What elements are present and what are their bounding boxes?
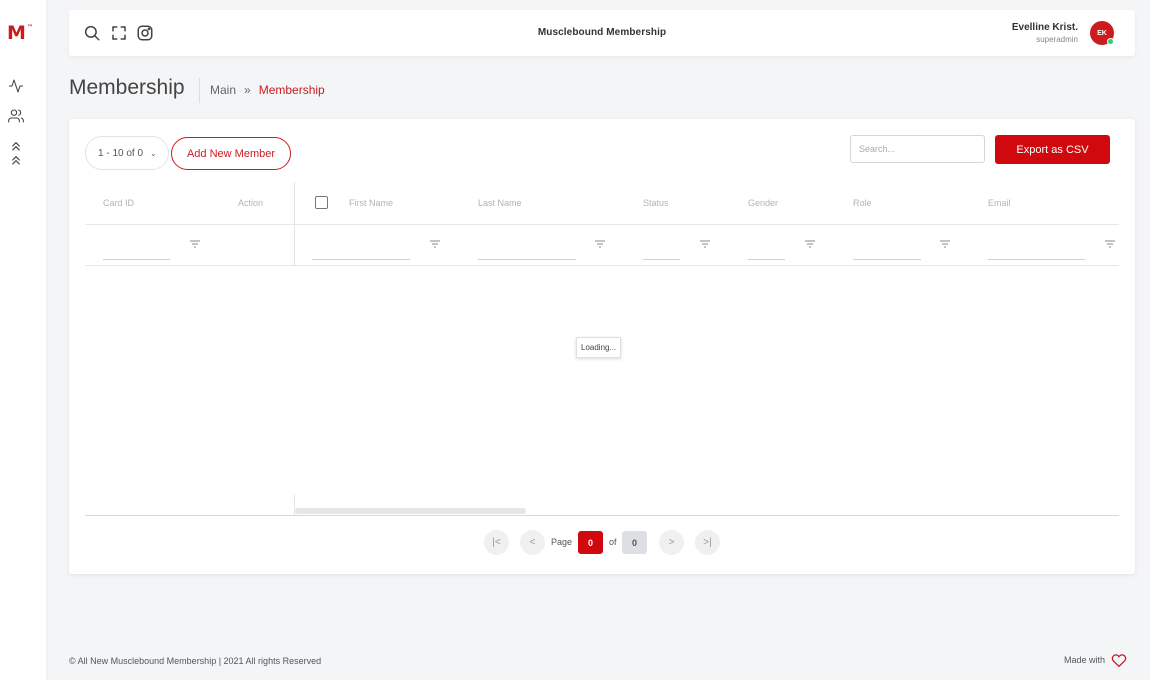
filter-input-gender[interactable]: [748, 259, 785, 260]
previous-page-button[interactable]: <: [520, 530, 545, 555]
membership-card: 1 - 10 of 0 ⌄ Add New Member Export as C…: [69, 119, 1135, 574]
online-status-dot: [1107, 38, 1114, 45]
column-header-last-name[interactable]: Last Name: [478, 198, 522, 208]
breadcrumb-main[interactable]: Main: [210, 83, 236, 97]
filter-icon[interactable]: [189, 239, 201, 249]
column-header-first-name[interactable]: First Name: [349, 198, 393, 208]
users-icon[interactable]: [8, 108, 24, 124]
top-navbar: Musclebound Membership Evelline Krist. s…: [69, 10, 1135, 56]
loading-overlay: Loading...: [576, 337, 622, 358]
chevron-right-icon: >: [668, 537, 675, 548]
sidebar: M ™: [0, 0, 46, 680]
chevrons-up-icon[interactable]: [8, 154, 24, 170]
page-size-label: 1 - 10 of 0: [98, 147, 144, 159]
footer-copyright: © All New Musclebound Membership | 2021 …: [69, 656, 322, 666]
grid-filter-row: [85, 225, 1119, 266]
footer-made-with: Made with: [1064, 653, 1127, 667]
column-header-email[interactable]: Email: [988, 198, 1011, 208]
column-header-card-id[interactable]: Card ID: [103, 198, 134, 208]
filter-input-first-name[interactable]: [312, 259, 410, 260]
filter-input-email[interactable]: [988, 259, 1085, 260]
user-name: Evelline Krist.: [1011, 22, 1078, 33]
first-page-button[interactable]: |<: [484, 530, 509, 555]
filter-icon[interactable]: [699, 239, 711, 249]
filter-icon[interactable]: [804, 239, 816, 249]
total-pages: 0: [622, 531, 647, 554]
add-new-member-button[interactable]: Add New Member: [171, 137, 291, 170]
filter-input-role[interactable]: [853, 259, 921, 260]
column-header-role[interactable]: Role: [853, 198, 872, 208]
chevron-down-icon: ⌄: [150, 148, 157, 158]
page-size-select[interactable]: 1 - 10 of 0 ⌄: [85, 136, 169, 170]
column-header-action[interactable]: Action: [238, 198, 263, 208]
filter-input-card-id[interactable]: [103, 259, 170, 260]
filter-input-last-name[interactable]: [478, 259, 576, 260]
breadcrumb-separator: »: [244, 83, 251, 97]
filter-icon[interactable]: [429, 239, 441, 249]
search-input[interactable]: [850, 135, 985, 163]
chevron-left-icon: <: [529, 537, 536, 548]
horizontal-scrollbar[interactable]: [295, 508, 526, 514]
first-page-icon: |<: [492, 537, 501, 548]
filter-icon[interactable]: [939, 239, 951, 249]
breadcrumb: Main » Membership: [210, 83, 325, 97]
next-page-button[interactable]: >: [659, 530, 684, 555]
user-role: superadmin: [1036, 35, 1078, 44]
column-header-status[interactable]: Status: [643, 198, 669, 208]
app-title: Musclebound Membership: [537, 27, 667, 38]
filter-icon[interactable]: [594, 239, 606, 249]
last-page-icon: >|: [703, 537, 712, 548]
page-label: Page: [551, 537, 573, 547]
pinned-column-divider: [294, 182, 295, 266]
made-with-label: Made with: [1063, 655, 1105, 665]
export-csv-button[interactable]: Export as CSV: [995, 135, 1110, 164]
logo[interactable]: M ™: [7, 22, 33, 44]
grid-bottom-border: [85, 515, 1119, 516]
data-grid: Card ID Action First Name Last Name Stat…: [85, 182, 1119, 517]
of-label: of: [609, 537, 617, 547]
logo-trademark: ™: [26, 23, 33, 31]
page-title: Membership: [69, 76, 185, 99]
logo-text: M: [7, 22, 26, 44]
last-page-button[interactable]: >|: [695, 530, 720, 555]
column-header-gender[interactable]: Gender: [748, 198, 778, 208]
select-all-checkbox[interactable]: [315, 196, 328, 209]
heart-icon: [1111, 653, 1127, 667]
grid-header: Card ID Action First Name Last Name Stat…: [85, 182, 1119, 225]
filter-input-status[interactable]: [643, 259, 680, 260]
breadcrumb-current: Membership: [258, 83, 325, 97]
activity-icon[interactable]: [8, 78, 24, 94]
title-divider: [199, 78, 200, 103]
current-page-input[interactable]: 0: [578, 531, 603, 554]
filter-icon[interactable]: [1104, 239, 1116, 249]
